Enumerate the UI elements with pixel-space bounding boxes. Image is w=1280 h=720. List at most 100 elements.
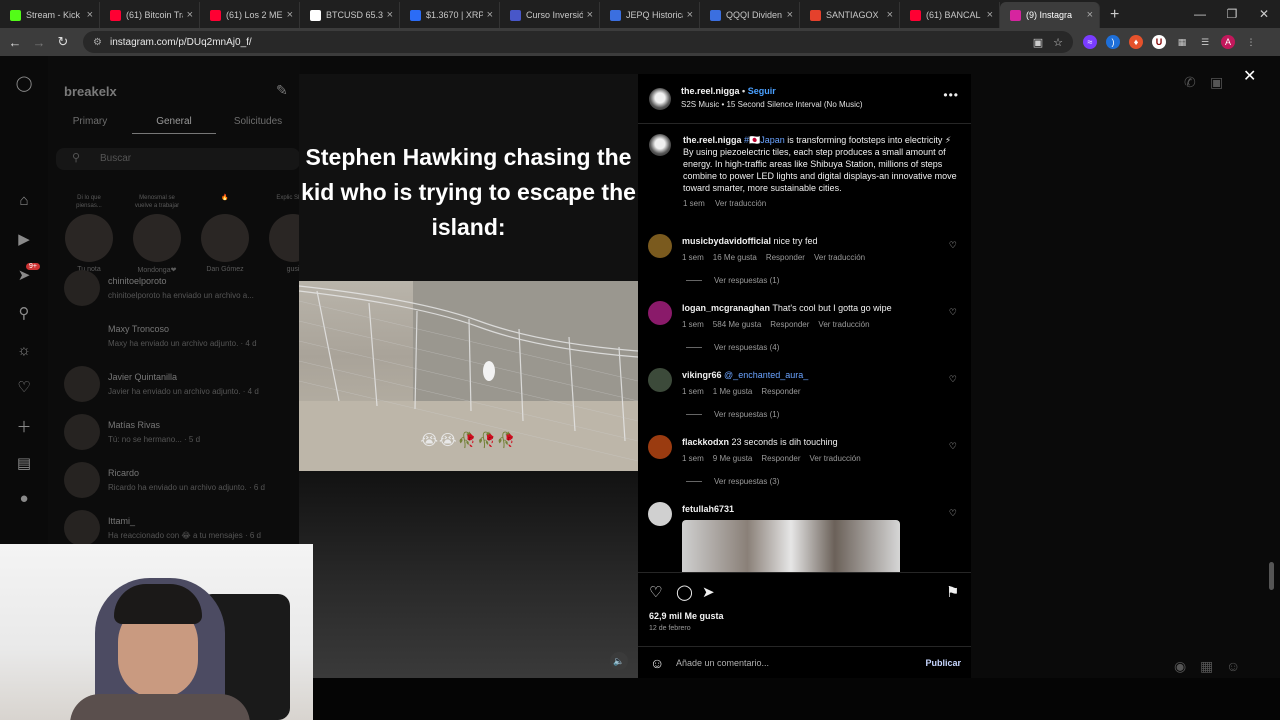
home-icon[interactable]: ⌂: [14, 192, 34, 212]
comment-like-heart-icon[interactable]: ♡: [949, 441, 957, 452]
commenter-avatar[interactable]: [648, 435, 672, 459]
reels-icon[interactable]: ▶: [14, 230, 34, 250]
caption-author[interactable]: the.reel.nigga: [683, 135, 742, 145]
tab-close-icon[interactable]: ×: [87, 9, 93, 21]
tab-close-icon[interactable]: ×: [887, 9, 893, 21]
author-username[interactable]: the.reel.nigga: [681, 86, 740, 96]
conversation-item[interactable]: Matías Rivas Tú: no se hermano... · 5 d: [64, 408, 300, 456]
caption-hashtag[interactable]: #🇯🇵Japan: [744, 135, 785, 145]
tab-close-icon[interactable]: ×: [787, 9, 793, 21]
commenter-username[interactable]: logan_mcgranaghan: [682, 303, 770, 313]
likes-count[interactable]: 62,9 mil Me gusta: [649, 611, 724, 621]
conversation-item[interactable]: Ricardo Ricardo ha enviado un archivo adj…: [64, 456, 300, 504]
tab-close-icon[interactable]: ×: [687, 9, 693, 21]
comment-likes[interactable]: 9 Me gusta: [713, 454, 753, 463]
caption-translate-link[interactable]: Ver traducción: [715, 199, 766, 208]
tab-search-icon[interactable]: ☰: [1198, 35, 1212, 49]
maximize-icon[interactable]: ❐: [1216, 0, 1248, 28]
translate-link[interactable]: Ver traducción: [818, 320, 869, 329]
bookmark-star-icon[interactable]: ☆: [1053, 36, 1063, 49]
comment-like-heart-icon[interactable]: ♡: [949, 240, 957, 251]
sticker-icon[interactable]: ☺: [1226, 658, 1240, 674]
close-modal-icon[interactable]: ✕: [1243, 66, 1256, 86]
instagram-logo-icon[interactable]: ◯: [14, 74, 34, 94]
commenter-username[interactable]: musicbydavidofficial: [682, 236, 771, 246]
browser-tab[interactable]: (9) Instagra ×: [1000, 2, 1100, 28]
reply-button[interactable]: Responder: [770, 320, 809, 329]
more-options-icon[interactable]: •••: [943, 88, 959, 102]
comment-like-heart-icon[interactable]: ♡: [949, 508, 957, 519]
conversation-item[interactable]: Javier Quintanilla Javier ha enviado un a…: [64, 360, 300, 408]
tab-close-icon[interactable]: ×: [487, 9, 493, 21]
view-replies-button[interactable]: Ver respuestas (3): [686, 477, 779, 486]
commenter-avatar[interactable]: [648, 234, 672, 258]
browser-menu-icon[interactable]: ⋮: [1244, 35, 1258, 49]
comment-likes[interactable]: 584 Me gusta: [713, 320, 761, 329]
extension-2-icon[interactable]: ): [1106, 35, 1120, 49]
new-tab-button[interactable]: +: [1110, 2, 1119, 28]
conversation-item[interactable]: chinitoelporoto chinitoelporoto ha enviad…: [64, 264, 300, 312]
notifications-heart-icon[interactable]: ♡: [14, 378, 34, 398]
profile-icon[interactable]: ●: [14, 490, 34, 510]
comment-icon[interactable]: ◯: [676, 583, 693, 601]
tab-close-icon[interactable]: ×: [387, 9, 393, 21]
commenter-username[interactable]: flackkodxn: [682, 437, 729, 447]
mute-toggle-icon[interactable]: 🔈: [610, 652, 628, 670]
reply-button[interactable]: Responder: [761, 387, 800, 396]
save-bookmark-icon[interactable]: ⚑: [946, 583, 959, 601]
back-icon[interactable]: ←: [3, 35, 27, 50]
commenter-avatar[interactable]: [648, 368, 672, 392]
tab-primary[interactable]: Primary: [48, 116, 132, 134]
address-bar[interactable]: ⚙ instagram.com/p/DUq2mnAj0_f/ ▣ ☆: [83, 31, 1073, 53]
close-window-icon[interactable]: ✕: [1248, 0, 1280, 28]
tab-close-icon[interactable]: ×: [987, 9, 993, 21]
extension-1-icon[interactable]: ≈: [1083, 35, 1097, 49]
browser-tab[interactable]: (61) Bitcoin Tra ×: [100, 2, 200, 28]
tab-close-icon[interactable]: ×: [1087, 9, 1093, 21]
view-replies-button[interactable]: Ver respuestas (1): [686, 276, 779, 285]
extension-ublock-icon[interactable]: U: [1152, 35, 1166, 49]
reload-icon[interactable]: ↻: [51, 34, 75, 50]
extensions-puzzle-icon[interactable]: ▦: [1175, 35, 1189, 49]
page-scrollbar[interactable]: [1269, 562, 1274, 590]
explore-icon[interactable]: ☼: [14, 342, 34, 362]
comment-like-heart-icon[interactable]: ♡: [949, 307, 957, 318]
install-icon[interactable]: ▣: [1033, 36, 1043, 49]
commenter-username[interactable]: vikingr66: [682, 370, 722, 380]
commenter-avatar[interactable]: [648, 502, 672, 526]
forward-icon[interactable]: →: [27, 35, 51, 50]
extension-3-icon[interactable]: ♦: [1129, 35, 1143, 49]
conversation-item[interactable]: Maxy Troncoso Maxy ha enviado un archivo …: [64, 312, 300, 360]
browser-tab[interactable]: Stream - Kick D ×: [0, 2, 100, 28]
browser-tab[interactable]: Curso Inversió ×: [500, 2, 600, 28]
note-item[interactable]: Menosmal se vuelve a trabajar Mondonga❤: [132, 194, 182, 274]
translate-link[interactable]: Ver traducción: [810, 454, 861, 463]
create-icon[interactable]: ＋: [14, 416, 34, 436]
dashboard-icon[interactable]: ▤: [14, 454, 34, 474]
browser-tab[interactable]: JEPQ Historical ×: [600, 2, 700, 28]
tab-close-icon[interactable]: ×: [587, 9, 593, 21]
browser-tab[interactable]: (61) Los 2 ME ×: [200, 2, 300, 28]
follow-button[interactable]: Seguir: [748, 86, 776, 96]
view-replies-button[interactable]: Ver respuestas (4): [686, 343, 779, 352]
reply-button[interactable]: Responder: [766, 253, 805, 262]
emoji-picker-icon[interactable]: ☺: [650, 655, 664, 671]
video-call-icon[interactable]: ▣: [1210, 74, 1223, 91]
browser-tab[interactable]: $1.3670 | XRP ×: [400, 2, 500, 28]
comment-image[interactable]: [682, 520, 900, 572]
commenter-username[interactable]: fetullah6731: [682, 504, 734, 514]
translate-link[interactable]: Ver traducción: [814, 253, 865, 262]
tab-close-icon[interactable]: ×: [187, 9, 193, 21]
publish-button[interactable]: Publicar: [925, 658, 961, 668]
dm-search-input[interactable]: ⚲ Buscar: [56, 148, 300, 170]
comment-likes[interactable]: 16 Me gusta: [713, 253, 757, 262]
tab-close-icon[interactable]: ×: [287, 9, 293, 21]
reply-button[interactable]: Responder: [761, 454, 800, 463]
search-icon[interactable]: ⚲: [14, 304, 34, 324]
comment-like-heart-icon[interactable]: ♡: [949, 374, 957, 385]
gallery-icon[interactable]: ▦: [1200, 658, 1213, 675]
new-message-icon[interactable]: ✎: [276, 82, 288, 99]
site-info-icon[interactable]: ⚙: [93, 37, 102, 48]
tab-general[interactable]: General: [132, 116, 216, 134]
commenter-avatar[interactable]: [648, 301, 672, 325]
